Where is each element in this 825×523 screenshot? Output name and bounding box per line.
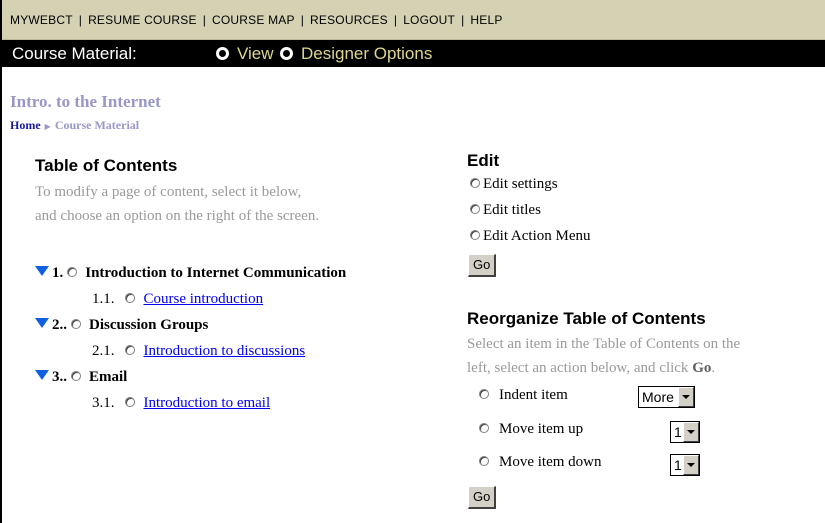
course-material-bar: Course Material: View Designer Options (2, 40, 825, 67)
toc-item-number: 1. (52, 265, 64, 281)
designer-options-mode-option[interactable]: Designer Options (280, 40, 432, 67)
toc-item-title: Introduction to Internet Communication (85, 265, 347, 281)
toc-subitem-number: 2.1. (92, 343, 115, 359)
toc-subitem-link[interactable]: Introduction to email (144, 395, 271, 411)
indent-item-select[interactable]: More (638, 386, 695, 408)
nav-logout-link[interactable]: LOGOUT (403, 13, 455, 27)
chevron-down-icon[interactable] (683, 455, 699, 475)
nav-separator: | (78, 13, 83, 27)
nav-separator: | (393, 13, 398, 27)
reorganize-hint-text: left, select an action below, and click (467, 360, 693, 376)
move-item-down-select[interactable]: 1 (670, 454, 700, 476)
nav-course-map-link[interactable]: COURSE MAP (212, 13, 295, 27)
toc-item-radio[interactable] (71, 371, 81, 381)
page: MYWEBCT | RESUME COURSE | COURSE MAP | RESOURC… (0, 0, 825, 523)
nav-separator: | (300, 13, 305, 27)
toc-item-3: 3.. Email (35, 369, 127, 386)
move-item-down-radio[interactable] (479, 456, 489, 466)
expand-triangle-icon[interactable] (35, 370, 49, 380)
reorganize-heading: Reorganize Table of Contents (467, 309, 706, 328)
toc-subitem-link[interactable]: Introduction to discussions (144, 343, 306, 359)
toc-hint-line-1: To modify a page of content, select it b… (35, 184, 302, 200)
designer-options-label: Designer Options (301, 44, 433, 63)
course-material-label: Course Material: (12, 44, 137, 63)
reorganize-hint-period: . (711, 360, 716, 376)
toc-subitem-1-1: 1.1. Course introduction (92, 291, 263, 308)
move-item-up-option[interactable]: Move item up (479, 421, 583, 438)
toc-item-2: 2.. Discussion Groups (35, 317, 208, 334)
top-nav-links: MYWEBCT | RESUME COURSE | COURSE MAP | RESOURC… (10, 13, 503, 27)
view-mode-label: View (237, 44, 274, 63)
toc-subitem-number: 1.1. (92, 291, 115, 307)
expand-triangle-icon[interactable] (35, 318, 49, 328)
indent-item-label: Indent item (499, 387, 568, 403)
toc-heading: Table of Contents (35, 156, 178, 175)
toc-item-title: Email (89, 369, 128, 385)
breadcrumb: Home ▶ Course Material (10, 118, 139, 133)
nav-resources-link[interactable]: RESOURCES (310, 13, 388, 27)
nav-help-link[interactable]: HELP (470, 13, 502, 27)
nav-mywebct-link[interactable]: MYWEBCT (10, 13, 73, 27)
toc-hint-line-2: and choose an option on the right of the… (35, 208, 320, 224)
move-item-down-option[interactable]: Move item down (479, 454, 602, 471)
edit-settings-radio[interactable] (470, 178, 480, 188)
toc-subitem-number: 3.1. (92, 395, 115, 411)
move-item-up-select-value: 1 (674, 424, 682, 440)
indent-item-radio[interactable] (479, 389, 489, 399)
edit-action-menu-option[interactable]: Edit Action Menu (470, 228, 591, 245)
view-radio-icon[interactable] (216, 47, 229, 60)
toc-item-number: 2.. (52, 317, 67, 333)
toc-item-number: 3.. (52, 369, 67, 385)
nav-resume-course-link[interactable]: RESUME COURSE (88, 13, 197, 27)
move-item-up-label: Move item up (499, 421, 584, 437)
reorganize-hint-line-2: left, select an action below, and click … (467, 356, 715, 380)
edit-action-menu-label: Edit Action Menu (483, 228, 591, 244)
edit-heading: Edit (467, 151, 500, 170)
reorganize-hint-line-1: Select an item in the Table of Contents … (467, 336, 741, 352)
breadcrumb-arrow-icon: ▶ (44, 122, 51, 131)
toc-subitem-radio[interactable] (124, 397, 135, 407)
reorganize-hint-go: Go (692, 360, 712, 376)
breadcrumb-home-link[interactable]: Home (10, 118, 41, 132)
edit-titles-option[interactable]: Edit titles (470, 202, 541, 219)
course-title: Intro. to the Internet (10, 92, 161, 111)
view-mode-option[interactable]: View (216, 40, 274, 67)
move-item-up-radio[interactable] (479, 423, 489, 433)
edit-settings-option[interactable]: Edit settings (470, 176, 558, 193)
toc-subitem-radio[interactable] (124, 293, 135, 303)
toc-item-radio[interactable] (67, 267, 78, 277)
toc-subitem-3-1: 3.1. Introduction to email (92, 395, 270, 412)
edit-action-menu-radio[interactable] (470, 230, 480, 240)
designer-options-radio-icon[interactable] (280, 47, 293, 60)
toc-item-radio[interactable] (71, 319, 81, 329)
indent-item-select-value: More (642, 389, 674, 405)
move-item-down-label: Move item down (499, 454, 602, 470)
top-navigation-bar: MYWEBCT | RESUME COURSE | COURSE MAP | RESOURC… (2, 0, 825, 40)
nav-separator: | (202, 13, 207, 27)
breadcrumb-current: Course Material (54, 118, 140, 132)
chevron-down-icon[interactable] (683, 422, 699, 442)
nav-separator: | (461, 13, 465, 27)
expand-triangle-icon[interactable] (35, 266, 49, 276)
toc-item-title: Discussion Groups (89, 317, 209, 333)
toc-subitem-2-1: 2.1. Introduction to discussions (92, 343, 305, 360)
reorganize-go-button[interactable]: Go (468, 486, 497, 509)
indent-item-option[interactable]: Indent item (479, 387, 568, 404)
edit-settings-label: Edit settings (483, 176, 558, 192)
toc-subitem-link[interactable]: Course introduction (144, 291, 264, 307)
edit-titles-label: Edit titles (483, 202, 541, 218)
move-item-up-select[interactable]: 1 (670, 421, 700, 443)
toc-item-1: 1. Introduction to Internet Communication (35, 265, 346, 282)
edit-titles-radio[interactable] (470, 204, 480, 214)
edit-go-button[interactable]: Go (468, 254, 497, 277)
move-item-down-select-value: 1 (674, 457, 682, 473)
chevron-down-icon[interactable] (678, 387, 694, 407)
toc-subitem-radio[interactable] (124, 345, 135, 355)
